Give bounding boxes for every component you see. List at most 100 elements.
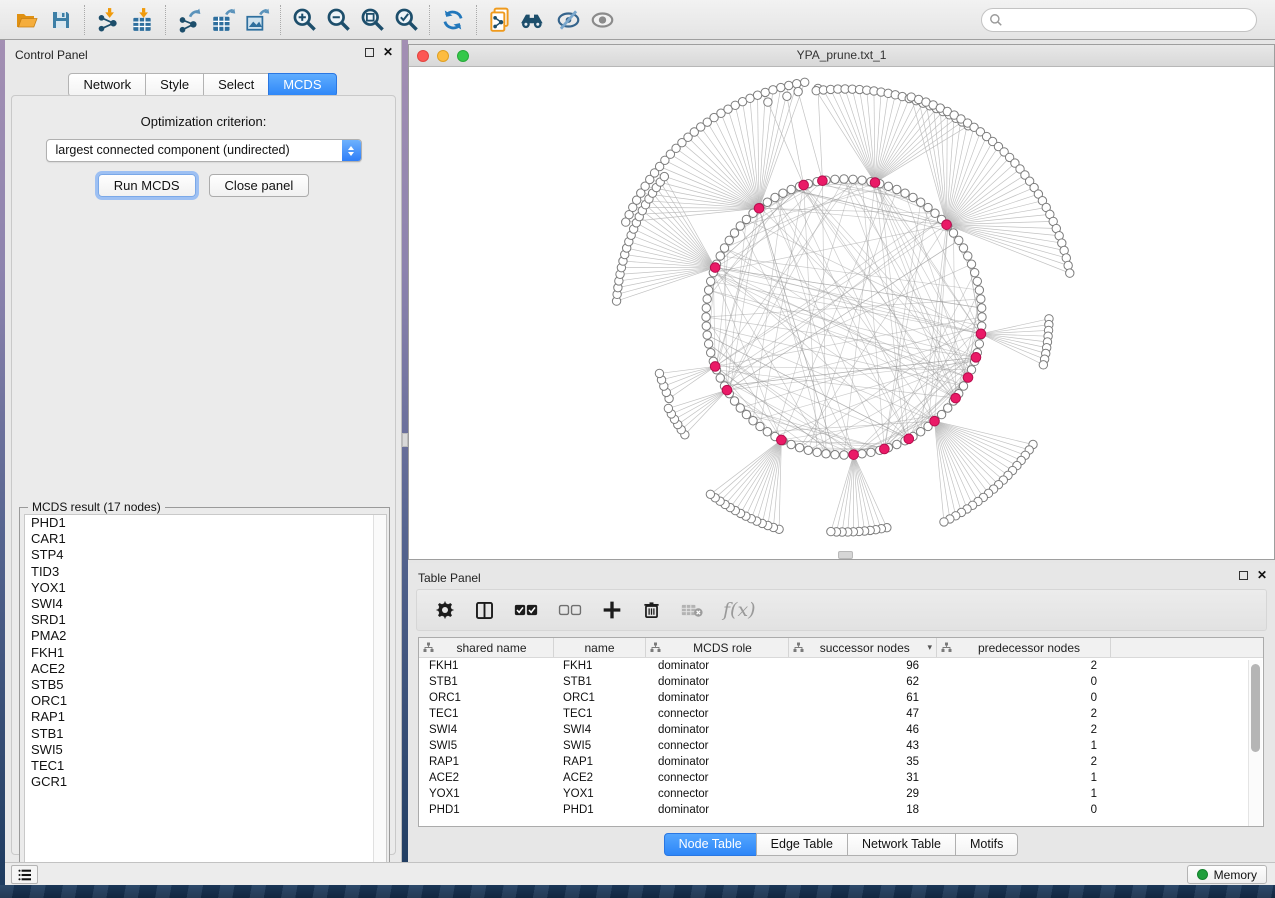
list-item[interactable]: STB5 (25, 677, 386, 693)
criterion-select[interactable]: largest connected component (undirected) (46, 139, 362, 162)
search-network-icon[interactable] (517, 4, 551, 36)
table-row[interactable]: TEC1TEC1connector472 (419, 706, 1263, 722)
column-header-MCDS-role[interactable]: MCDS role (646, 638, 789, 657)
table-cell[interactable]: ACE2 (554, 772, 646, 784)
network-document-icon[interactable] (483, 4, 517, 36)
table-cell[interactable]: 1 (937, 772, 1111, 784)
function-builder-icon[interactable]: f(x) (723, 595, 756, 625)
table-row[interactable]: SWI4SWI4dominator462 (419, 722, 1263, 738)
network-window-titlebar[interactable]: YPA_prune.txt_1 (409, 45, 1274, 67)
table-cell[interactable]: PHD1 (554, 804, 646, 816)
table-cell[interactable]: ORC1 (419, 692, 554, 704)
table-cell[interactable]: 1 (937, 788, 1111, 800)
table-cell[interactable]: 47 (789, 708, 937, 720)
refresh-icon[interactable] (436, 4, 470, 36)
table-cell[interactable]: 2 (937, 708, 1111, 720)
list-item[interactable]: ORC1 (25, 693, 386, 709)
memory-button[interactable]: Memory (1187, 865, 1267, 884)
table-cell[interactable]: 43 (789, 740, 937, 752)
table-cell[interactable]: 62 (789, 676, 937, 688)
table-row[interactable]: YOX1YOX1connector291 (419, 786, 1263, 802)
list-item[interactable]: YOX1 (25, 580, 386, 596)
table-cell[interactable]: 0 (937, 676, 1111, 688)
table-row[interactable]: RAP1RAP1dominator352 (419, 754, 1263, 770)
table-row[interactable]: FKH1FKH1dominator962 (419, 658, 1263, 674)
list-item[interactable]: STB1 (25, 726, 386, 742)
table-cell[interactable]: ORC1 (554, 692, 646, 704)
table-scrollbar-thumb[interactable] (1251, 664, 1260, 752)
tab-motifs[interactable]: Motifs (955, 833, 1018, 856)
tab-network-table[interactable]: Network Table (847, 833, 956, 856)
tab-mcds[interactable]: MCDS (268, 73, 336, 97)
table-cell[interactable]: dominator (646, 724, 789, 736)
list-item[interactable]: TID3 (25, 564, 386, 580)
list-item[interactable]: TEC1 (25, 758, 386, 774)
window-close-icon[interactable] (417, 50, 429, 62)
float-panel-icon[interactable] (1239, 571, 1248, 580)
window-maximize-icon[interactable] (457, 50, 469, 62)
column-header-predecessor-nodes[interactable]: predecessor nodes (937, 638, 1111, 657)
table-cell[interactable]: SWI5 (419, 740, 554, 752)
run-mcds-button[interactable]: Run MCDS (98, 174, 196, 197)
list-item[interactable]: PMA2 (25, 628, 386, 644)
close-panel-button[interactable]: Close panel (209, 174, 310, 197)
split-panel-icon[interactable] (475, 595, 494, 625)
table-cell[interactable]: STB1 (554, 676, 646, 688)
clear-table-icon[interactable] (681, 595, 703, 625)
close-panel-icon[interactable]: ✕ (1257, 570, 1267, 580)
table-cell[interactable]: RAP1 (419, 756, 554, 768)
window-minimize-icon[interactable] (437, 50, 449, 62)
column-header-name[interactable]: name (554, 638, 646, 657)
table-row[interactable]: ORC1ORC1dominator610 (419, 690, 1263, 706)
float-panel-icon[interactable] (365, 48, 374, 57)
save-session-icon[interactable] (44, 4, 78, 36)
table-cell[interactable]: connector (646, 772, 789, 784)
add-column-icon[interactable] (602, 595, 622, 625)
list-item[interactable]: SWI5 (25, 742, 386, 758)
list-item[interactable]: STP4 (25, 547, 386, 563)
mcds-list-scrollbar[interactable] (373, 515, 386, 874)
import-table-icon[interactable] (125, 4, 159, 36)
export-network-icon[interactable] (172, 4, 206, 36)
show-graphics-details-icon[interactable] (585, 4, 619, 36)
table-cell[interactable]: 1 (937, 740, 1111, 752)
table-cell[interactable]: 96 (789, 660, 937, 672)
list-item[interactable]: SRD1 (25, 612, 386, 628)
horizontal-splitter-handle[interactable] (838, 551, 853, 559)
column-header-shared-name[interactable]: shared name (419, 638, 554, 657)
table-cell[interactable]: 0 (937, 692, 1111, 704)
table-row[interactable]: ACE2ACE2connector311 (419, 770, 1263, 786)
zoom-out-icon[interactable] (321, 4, 355, 36)
table-cell[interactable]: dominator (646, 692, 789, 704)
table-cell[interactable]: 2 (937, 724, 1111, 736)
mcds-result-list[interactable]: PHD1CAR1STP4TID3YOX1SWI4SRD1PMA2FKH1ACE2… (24, 514, 387, 875)
table-cell[interactable]: YOX1 (554, 788, 646, 800)
delete-column-icon[interactable] (642, 595, 661, 625)
table-cell[interactable]: TEC1 (419, 708, 554, 720)
list-item[interactable]: FKH1 (25, 645, 386, 661)
zoom-selected-icon[interactable] (389, 4, 423, 36)
hide-graphics-details-icon[interactable] (551, 4, 585, 36)
list-item[interactable]: RAP1 (25, 709, 386, 725)
search-input[interactable] (981, 8, 1257, 32)
table-row[interactable]: PHD1PHD1dominator180 (419, 802, 1263, 818)
table-cell[interactable]: dominator (646, 660, 789, 672)
table-cell[interactable]: TEC1 (554, 708, 646, 720)
tab-select[interactable]: Select (203, 73, 269, 97)
zoom-fit-icon[interactable] (355, 4, 389, 36)
table-cell[interactable]: 31 (789, 772, 937, 784)
list-item[interactable]: ACE2 (25, 661, 386, 677)
table-row[interactable]: STB1STB1dominator620 (419, 674, 1263, 690)
table-cell[interactable]: 0 (937, 804, 1111, 816)
task-history-button[interactable] (11, 865, 38, 884)
deselect-all-icon[interactable] (558, 595, 582, 625)
tab-network[interactable]: Network (68, 73, 146, 97)
column-header-successor-nodes[interactable]: successor nodes▾ (789, 638, 937, 657)
table-cell[interactable]: SWI5 (554, 740, 646, 752)
table-cell[interactable]: PHD1 (419, 804, 554, 816)
table-cell[interactable]: 2 (937, 756, 1111, 768)
table-cell[interactable]: 46 (789, 724, 937, 736)
zoom-in-icon[interactable] (287, 4, 321, 36)
table-cell[interactable]: connector (646, 788, 789, 800)
table-cell[interactable]: RAP1 (554, 756, 646, 768)
